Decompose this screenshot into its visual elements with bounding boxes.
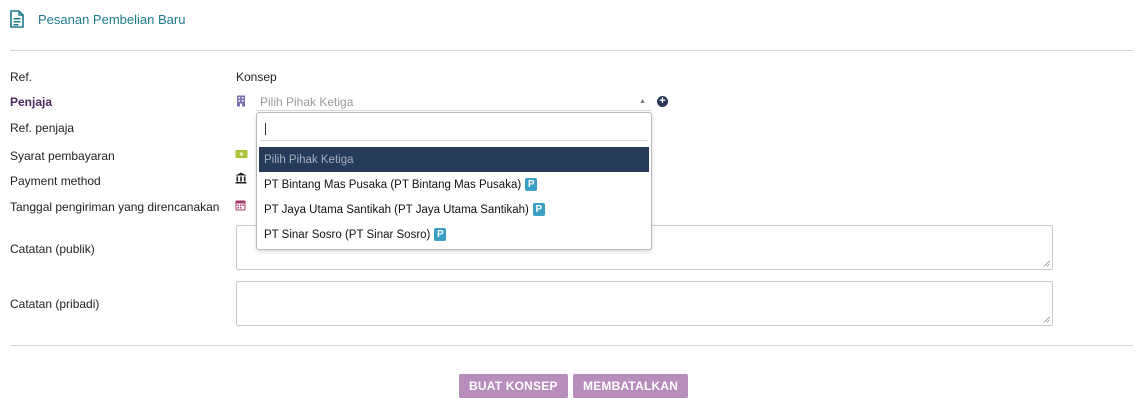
public-note-label: Catatan (publik) bbox=[10, 242, 95, 256]
dropdown-option-label: PT Jaya Utama Santikah (PT Jaya Utama Sa… bbox=[264, 203, 529, 216]
vendor-ref-label: Ref. penjaja bbox=[10, 121, 75, 135]
prospect-badge: P bbox=[434, 228, 447, 241]
dropdown-option-label: PT Bintang Mas Pusaka (PT Bintang Mas Pu… bbox=[264, 178, 522, 191]
bank-icon bbox=[235, 172, 247, 184]
plus-circle-icon: + bbox=[659, 95, 666, 107]
ref-value: Konsep bbox=[236, 70, 277, 84]
prospect-badge: P bbox=[532, 203, 545, 216]
dropdown-option[interactable]: PT Bintang Mas Pusaka (PT Bintang Mas Pu… bbox=[259, 172, 649, 197]
private-note-textarea[interactable] bbox=[236, 281, 1053, 326]
dropdown-search-input[interactable] bbox=[260, 117, 648, 141]
dropdown-option-label: Pilih Pihak Ketiga bbox=[264, 153, 354, 166]
dropdown-option[interactable]: PT Jaya Utama Santikah (PT Jaya Utama Sa… bbox=[259, 197, 649, 222]
dropdown-option[interactable]: Pilih Pihak Ketiga bbox=[259, 147, 649, 172]
page-title: Pesanan Pembelian Baru bbox=[10, 9, 185, 29]
prospect-badge: P bbox=[525, 178, 538, 191]
ref-label: Ref. bbox=[10, 70, 33, 84]
dropdown-option[interactable]: PT Sinar Sosro (PT Sinar Sosro) P bbox=[259, 222, 649, 247]
text-cursor bbox=[265, 123, 266, 135]
payment-terms-label: Syarat pembayaran bbox=[10, 149, 115, 163]
money-icon bbox=[235, 150, 248, 158]
building-icon bbox=[237, 95, 245, 107]
header-divider bbox=[10, 50, 1133, 51]
vendor-select[interactable]: Pilih Pihak Ketiga ▲ bbox=[256, 93, 652, 111]
delivery-date-label: Tanggal pengiriman yang direncanakan bbox=[10, 200, 220, 214]
resize-grip-icon[interactable] bbox=[1043, 316, 1050, 323]
resize-grip-icon[interactable] bbox=[1043, 260, 1050, 267]
vendor-label: Penjaja bbox=[10, 95, 53, 109]
payment-method-label: Payment method bbox=[10, 174, 101, 188]
add-vendor-button[interactable]: + bbox=[657, 96, 668, 107]
private-note-label: Catatan (pribadi) bbox=[10, 297, 100, 311]
document-icon bbox=[10, 10, 24, 28]
caret-up-icon[interactable]: ▲ bbox=[639, 98, 646, 105]
cancel-button[interactable]: MEMBATALKAN bbox=[573, 374, 689, 398]
calendar-icon bbox=[235, 200, 246, 211]
vendor-select-placeholder: Pilih Pihak Ketiga bbox=[260, 95, 354, 109]
footer-divider bbox=[10, 345, 1133, 346]
vendor-dropdown: Pilih Pihak Ketiga PT Bintang Mas Pusaka… bbox=[256, 112, 652, 250]
page-title-text: Pesanan Pembelian Baru bbox=[38, 11, 186, 27]
create-draft-button[interactable]: BUAT KONSEP bbox=[459, 374, 568, 398]
dropdown-option-label: PT Sinar Sosro (PT Sinar Sosro) bbox=[264, 228, 431, 241]
